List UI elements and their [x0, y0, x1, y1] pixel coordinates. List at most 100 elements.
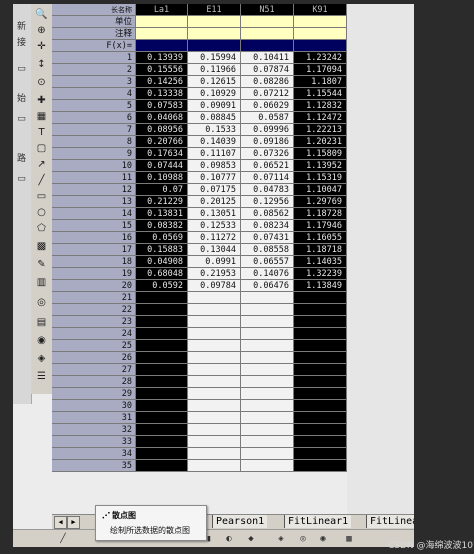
data-cell[interactable] — [241, 352, 294, 364]
polygon-icon[interactable]: ⬠ — [34, 222, 49, 236]
data-cell[interactable] — [136, 400, 188, 412]
units-cell[interactable] — [294, 16, 347, 28]
data-reader-icon[interactable]: ⊙ — [34, 76, 49, 90]
fx-cell[interactable] — [294, 40, 347, 52]
data-cell[interactable] — [188, 400, 241, 412]
data-cell[interactable]: 0.20125 — [188, 196, 241, 208]
row-number[interactable]: 2 — [52, 64, 136, 76]
data-cell[interactable]: 0.0569 — [136, 232, 188, 244]
data-cell[interactable] — [188, 352, 241, 364]
data-cell[interactable]: 1.15809 — [294, 148, 347, 160]
zoom-in-icon[interactable]: ⊕ — [34, 24, 49, 38]
data-cell[interactable]: 0.06557 — [241, 256, 294, 268]
data-cell[interactable] — [241, 328, 294, 340]
data-cell[interactable]: 0.07583 — [136, 100, 188, 112]
data-cell[interactable]: 1.23242 — [294, 52, 347, 64]
stat-icon[interactable]: ◆ — [245, 533, 257, 545]
data-cell[interactable] — [294, 424, 347, 436]
rectangle-icon[interactable]: ▭ — [34, 190, 49, 204]
3d-icon[interactable]: ◈ — [275, 533, 287, 545]
row-number[interactable]: 28 — [52, 376, 136, 388]
left-label-2[interactable]: 接 — [15, 38, 28, 49]
row-number[interactable]: 7 — [52, 124, 136, 136]
data-cell[interactable] — [188, 340, 241, 352]
data-cell[interactable] — [136, 448, 188, 460]
data-cell[interactable]: 0.13044 — [188, 244, 241, 256]
data-cell[interactable] — [188, 388, 241, 400]
row-number[interactable]: 17 — [52, 244, 136, 256]
row-number[interactable]: 4 — [52, 88, 136, 100]
row-number[interactable]: 31 — [52, 412, 136, 424]
row-number[interactable]: 5 — [52, 100, 136, 112]
row-number[interactable]: 33 — [52, 436, 136, 448]
row-number[interactable]: 10 — [52, 160, 136, 172]
panel-icon[interactable]: ▭ — [15, 174, 28, 185]
row-number[interactable]: 29 — [52, 388, 136, 400]
data-cell[interactable]: 0.11966 — [188, 64, 241, 76]
row-number[interactable]: 12 — [52, 184, 136, 196]
row-number[interactable]: 32 — [52, 424, 136, 436]
data-cell[interactable]: 0.04908 — [136, 256, 188, 268]
data-cell[interactable]: 0.06029 — [241, 100, 294, 112]
data-cell[interactable]: 0.12956 — [241, 196, 294, 208]
data-cell[interactable]: 0.09091 — [188, 100, 241, 112]
row-number[interactable]: 18 — [52, 256, 136, 268]
fx-cell[interactable] — [188, 40, 241, 52]
data-cell[interactable]: 1.13952 — [294, 160, 347, 172]
data-cell[interactable] — [188, 304, 241, 316]
data-cell[interactable]: 0.09186 — [241, 136, 294, 148]
column-header[interactable]: K91 — [294, 4, 347, 16]
data-cell[interactable] — [294, 328, 347, 340]
data-cell[interactable]: 0.04068 — [136, 112, 188, 124]
data-cell[interactable] — [136, 352, 188, 364]
data-cell[interactable]: 1.12832 — [294, 100, 347, 112]
data-cell[interactable]: 1.29769 — [294, 196, 347, 208]
row-number[interactable]: 16 — [52, 232, 136, 244]
row-number[interactable]: 19 — [52, 268, 136, 280]
data-cell[interactable] — [241, 292, 294, 304]
data-cell[interactable] — [136, 436, 188, 448]
row-number[interactable]: 27 — [52, 364, 136, 376]
data-cell[interactable]: 0.07 — [136, 184, 188, 196]
data-cell[interactable]: 0.13338 — [136, 88, 188, 100]
data-cell[interactable]: 1.10047 — [294, 184, 347, 196]
crosshair-icon[interactable]: ✛ — [34, 40, 49, 54]
data-cell[interactable] — [241, 364, 294, 376]
scale-icon[interactable]: ↕ — [34, 58, 49, 72]
data-cell[interactable] — [241, 460, 294, 472]
data-cell[interactable] — [136, 460, 188, 472]
data-cell[interactable] — [188, 412, 241, 424]
data-cell[interactable]: 1.14035 — [294, 256, 347, 268]
data-cell[interactable] — [136, 424, 188, 436]
row-number[interactable]: 11 — [52, 172, 136, 184]
circle-icon[interactable]: ○ — [34, 206, 49, 220]
data-cell[interactable]: 1.13849 — [294, 280, 347, 292]
data-cell[interactable]: 0.21229 — [136, 196, 188, 208]
comment-cell[interactable] — [188, 28, 241, 40]
data-cell[interactable] — [241, 388, 294, 400]
data-cell[interactable]: 0.07431 — [241, 232, 294, 244]
data-cell[interactable] — [188, 328, 241, 340]
data-cell[interactable]: 0.17634 — [136, 148, 188, 160]
data-cell[interactable]: 1.32239 — [294, 268, 347, 280]
row-number[interactable]: 23 — [52, 316, 136, 328]
region-icon[interactable]: ▦ — [34, 110, 49, 124]
row-number[interactable]: 15 — [52, 220, 136, 232]
row-number[interactable]: 21 — [52, 292, 136, 304]
data-cell[interactable]: 0.10411 — [241, 52, 294, 64]
data-cell[interactable]: 0.68048 — [136, 268, 188, 280]
data-cell[interactable]: 0.14039 — [188, 136, 241, 148]
tab-pearson1[interactable]: Pearson1 — [212, 515, 268, 528]
data-cell[interactable]: 0.09853 — [188, 160, 241, 172]
data-cell[interactable] — [188, 364, 241, 376]
data-cell[interactable]: 1.15319 — [294, 172, 347, 184]
data-cell[interactable] — [136, 304, 188, 316]
data-cell[interactable]: 0.08845 — [188, 112, 241, 124]
column-header[interactable]: N51 — [241, 4, 294, 16]
units-cell[interactable] — [241, 16, 294, 28]
panel-icon[interactable]: ▭ — [15, 114, 28, 125]
data-cell[interactable]: 0.12615 — [188, 76, 241, 88]
data-cell[interactable]: 0.09996 — [241, 124, 294, 136]
data-cell[interactable]: 0.08286 — [241, 76, 294, 88]
data-cell[interactable]: 0.09784 — [188, 280, 241, 292]
